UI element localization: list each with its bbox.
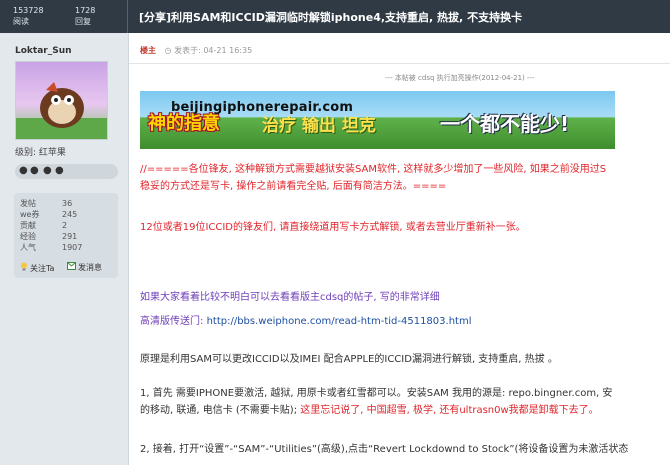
stat-value: 291 [62,232,78,241]
warning-line-2: 稳妥的方式还是写卡, 操作之前请看完全贴, 后面有简洁方法。==== [140,181,447,192]
apple-badge-icon: ● [55,165,64,176]
replies-count: 1728 [75,6,96,15]
watermark: beijingiphonerepair.com [171,100,354,115]
principle-paragraph: 原理是利用SAM可以更改ICCID以及IMEI 配合APPLE的ICCID漏洞进… [140,354,558,365]
post-time: 发表于: 04-21 16:35 [174,46,253,55]
views-count: 153728 [13,6,44,15]
replies-stat: 1728 回复 [75,5,95,27]
stat-value: 36 [62,199,73,208]
medal-badges: ● ● ● ● [15,164,118,179]
step-1-forgot-note: 这里忘记说了, 中国超雪, 极学, 还有ultrasn0w我都是卸载下去了。 [300,405,599,416]
hd-link-label: 高清版传送门: [140,316,207,327]
stat-label: we券 [20,210,40,219]
views-label: 阅读 [13,17,29,26]
avatar-image [16,62,107,139]
stat-value: 245 [62,210,78,219]
banner-text-3: 一个都不能少! [440,112,570,136]
author-sidebar: Loktar_Sun 级别: 红苹果 ● ● ● ● 发帖 36 we券 245… [0,33,129,465]
step-2-line-1: 2, 接着, 打开“设置”-“SAM”-“Utilities”(高级),点击“R… [140,444,629,455]
edit-note: --- 本帖被 cdsq 执行加亮操作(2012-04-21) --- [385,74,535,82]
stat-label: 经验 [20,232,36,241]
step-1-line-2: 的移动, 联通, 电信卡 (不需要卡贴); 这里忘记说了, 中国超雪, 极学, … [140,402,599,419]
follow-button[interactable]: 关注Ta [20,262,54,274]
apple-badge-icon: ● [19,165,28,176]
send-message-button[interactable]: 发消息 [67,262,102,273]
step-1-line-1: 1, 首先 需要IPHONE要激活, 越狱, 用原卡或者红雪都可以。安装SAM … [140,388,613,399]
hd-link-line: 高清版传送门: http://bbs.weiphone.com/read-htm… [140,313,471,330]
follow-label: 关注Ta [30,264,55,273]
thread-header-bar: 153728 阅读 1728 回复 [分享]利用SAM和ICCID漏洞临时解锁i… [0,0,670,33]
iccid-note: 12位或者19位ICCID的锋友们, 请直接绕道用写卡方式解锁, 或者去营业厅重… [140,222,526,233]
stat-value: 2 [62,221,68,230]
author-level: 级别: 红苹果 [15,148,66,158]
message-label: 发消息 [78,263,102,272]
thread-title: [分享]利用SAM和ICCID漏洞临时解锁iphone4,支持重启, 热拔, 不… [139,11,523,24]
post-content: 楼主 ◷ 发表于: 04-21 16:35 --- 本帖被 cdsq 执行加亮操… [129,33,670,465]
header-divider [127,0,128,33]
stat-label: 贡献 [20,221,36,230]
stat-label: 人气 [20,243,36,252]
step-1-carriers: 的移动, 联通, 电信卡 (不需要卡贴); [140,405,301,416]
post-meta: 楼主 ◷ 发表于: 04-21 16:35 [140,45,252,56]
message-icon [67,262,76,272]
reference-note: 如果大家看着比较不明白可以去看看版主cdsq的帖子, 写的非常详细 [140,292,440,303]
author-username[interactable]: Loktar_Sun [15,46,72,56]
author-tag: 楼主 [140,46,156,55]
apple-badge-icon: ● [43,165,52,176]
stat-value: 1907 [62,243,83,252]
hd-link[interactable]: http://bbs.weiphone.com/read-htm-tid-451… [207,316,472,327]
bulb-icon [20,262,28,273]
replies-label: 回复 [75,17,91,26]
meta-divider [129,63,670,64]
views-stat: 153728 阅读 [13,5,44,27]
apple-badge-icon: ● [30,165,39,176]
stat-label: 发帖 [20,199,36,208]
warning-line-1: //=====各位锋友, 这种解锁方式需要越狱安装SAM软件, 这样就多少增加了… [140,164,607,175]
clock-icon: ◷ [164,46,172,55]
avatar[interactable] [15,61,108,140]
